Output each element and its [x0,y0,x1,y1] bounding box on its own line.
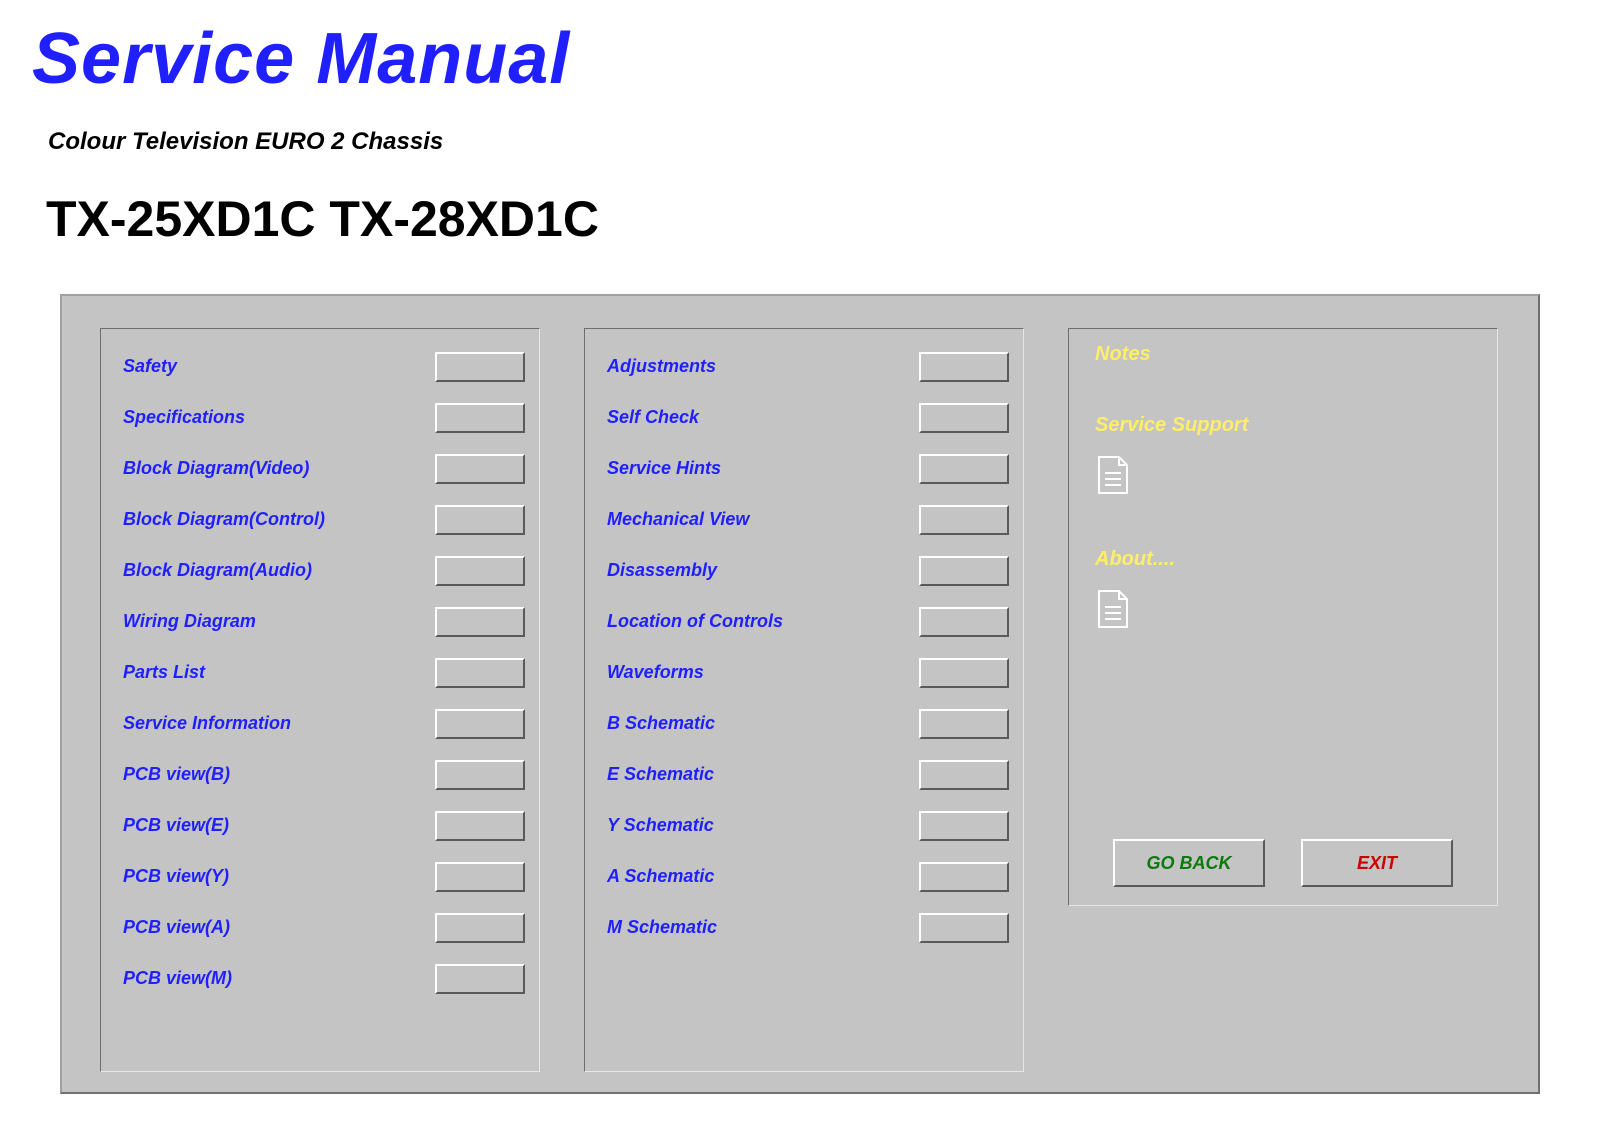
left-column: Safety Specifications Block Diagram(Vide… [100,328,540,1072]
subtitle: Colour Television EURO 2 Chassis [0,100,1600,156]
link-e-schematic[interactable]: E Schematic [607,764,714,785]
link-location-of-controls[interactable]: Location of Controls [607,611,783,632]
row-parts-list: Parts List [123,649,525,696]
row-service-information: Service Information [123,700,525,747]
right-column: Notes Service Support About.... [1068,328,1498,906]
link-block-diagram-audio[interactable]: Block Diagram(Audio) [123,560,312,581]
about-section: About.... [1095,548,1477,634]
link-adjustments[interactable]: Adjustments [607,356,716,377]
link-pcb-view-y[interactable]: PCB view(Y) [123,866,229,887]
row-b-schematic: B Schematic [607,700,1009,747]
link-pcb-view-b[interactable]: PCB view(B) [123,764,230,785]
row-pcb-view-m: PCB view(M) [123,955,525,1002]
go-back-label: GO BACK [1147,853,1232,874]
button-safety[interactable] [435,352,525,382]
button-pcb-view-m[interactable] [435,964,525,994]
button-wiring-diagram[interactable] [435,607,525,637]
row-block-diagram-control: Block Diagram(Control) [123,496,525,543]
link-disassembly[interactable]: Disassembly [607,560,717,581]
link-pcb-view-a[interactable]: PCB view(A) [123,917,230,938]
button-b-schematic[interactable] [919,709,1009,739]
link-safety[interactable]: Safety [123,356,177,377]
row-a-schematic: A Schematic [607,853,1009,900]
row-pcb-view-b: PCB view(B) [123,751,525,798]
link-self-check[interactable]: Self Check [607,407,699,428]
button-y-schematic[interactable] [919,811,1009,841]
button-location-of-controls[interactable] [919,607,1009,637]
row-e-schematic: E Schematic [607,751,1009,798]
button-e-schematic[interactable] [919,760,1009,790]
button-a-schematic[interactable] [919,862,1009,892]
link-mechanical-view[interactable]: Mechanical View [607,509,749,530]
button-pcb-view-a[interactable] [435,913,525,943]
link-block-diagram-video[interactable]: Block Diagram(Video) [123,458,309,479]
link-a-schematic[interactable]: A Schematic [607,866,714,887]
row-pcb-view-y: PCB view(Y) [123,853,525,900]
row-wiring-diagram: Wiring Diagram [123,598,525,645]
button-adjustments[interactable] [919,352,1009,382]
nav-buttons: GO BACK EXIT [1113,839,1453,887]
button-mechanical-view[interactable] [919,505,1009,535]
about-heading: About.... [1095,548,1477,571]
button-pcb-view-b[interactable] [435,760,525,790]
document-icon[interactable] [1095,455,1131,495]
button-pcb-view-e[interactable] [435,811,525,841]
link-m-schematic[interactable]: M Schematic [607,917,717,938]
exit-button[interactable]: EXIT [1301,839,1453,887]
row-disassembly: Disassembly [607,547,1009,594]
button-self-check[interactable] [919,403,1009,433]
model-number: TX-25XD1C TX-28XD1C [0,156,1600,248]
middle-column: Adjustments Self Check Service Hints Mec… [584,328,1024,1072]
button-block-diagram-audio[interactable] [435,556,525,586]
link-y-schematic[interactable]: Y Schematic [607,815,714,836]
link-pcb-view-m[interactable]: PCB view(M) [123,968,232,989]
row-waveforms: Waveforms [607,649,1009,696]
button-m-schematic[interactable] [919,913,1009,943]
link-waveforms[interactable]: Waveforms [607,662,704,683]
document-icon[interactable] [1095,589,1131,629]
button-disassembly[interactable] [919,556,1009,586]
button-block-diagram-control[interactable] [435,505,525,535]
service-support-heading: Service Support [1095,414,1477,437]
row-pcb-view-e: PCB view(E) [123,802,525,849]
page-title: Service Manual [0,0,1600,100]
notes-heading: Notes [1095,343,1477,366]
button-waveforms[interactable] [919,658,1009,688]
button-block-diagram-video[interactable] [435,454,525,484]
link-block-diagram-control[interactable]: Block Diagram(Control) [123,509,325,530]
link-service-information[interactable]: Service Information [123,713,291,734]
row-y-schematic: Y Schematic [607,802,1009,849]
row-mechanical-view: Mechanical View [607,496,1009,543]
link-pcb-view-e[interactable]: PCB view(E) [123,815,229,836]
go-back-button[interactable]: GO BACK [1113,839,1265,887]
link-service-hints[interactable]: Service Hints [607,458,721,479]
link-b-schematic[interactable]: B Schematic [607,713,715,734]
exit-label: EXIT [1357,853,1397,874]
row-self-check: Self Check [607,394,1009,441]
service-support-section: Service Support [1095,414,1477,500]
row-service-hints: Service Hints [607,445,1009,492]
button-service-hints[interactable] [919,454,1009,484]
row-block-diagram-audio: Block Diagram(Audio) [123,547,525,594]
row-safety: Safety [123,343,525,390]
row-pcb-view-a: PCB view(A) [123,904,525,951]
row-block-diagram-video: Block Diagram(Video) [123,445,525,492]
notes-section: Notes [1095,343,1477,366]
row-specifications: Specifications [123,394,525,441]
row-location-of-controls: Location of Controls [607,598,1009,645]
main-panel: Safety Specifications Block Diagram(Vide… [60,294,1540,1094]
row-m-schematic: M Schematic [607,904,1009,951]
link-specifications[interactable]: Specifications [123,407,245,428]
link-parts-list[interactable]: Parts List [123,662,205,683]
row-adjustments: Adjustments [607,343,1009,390]
button-pcb-view-y[interactable] [435,862,525,892]
link-wiring-diagram[interactable]: Wiring Diagram [123,611,256,632]
button-service-information[interactable] [435,709,525,739]
button-specifications[interactable] [435,403,525,433]
button-parts-list[interactable] [435,658,525,688]
